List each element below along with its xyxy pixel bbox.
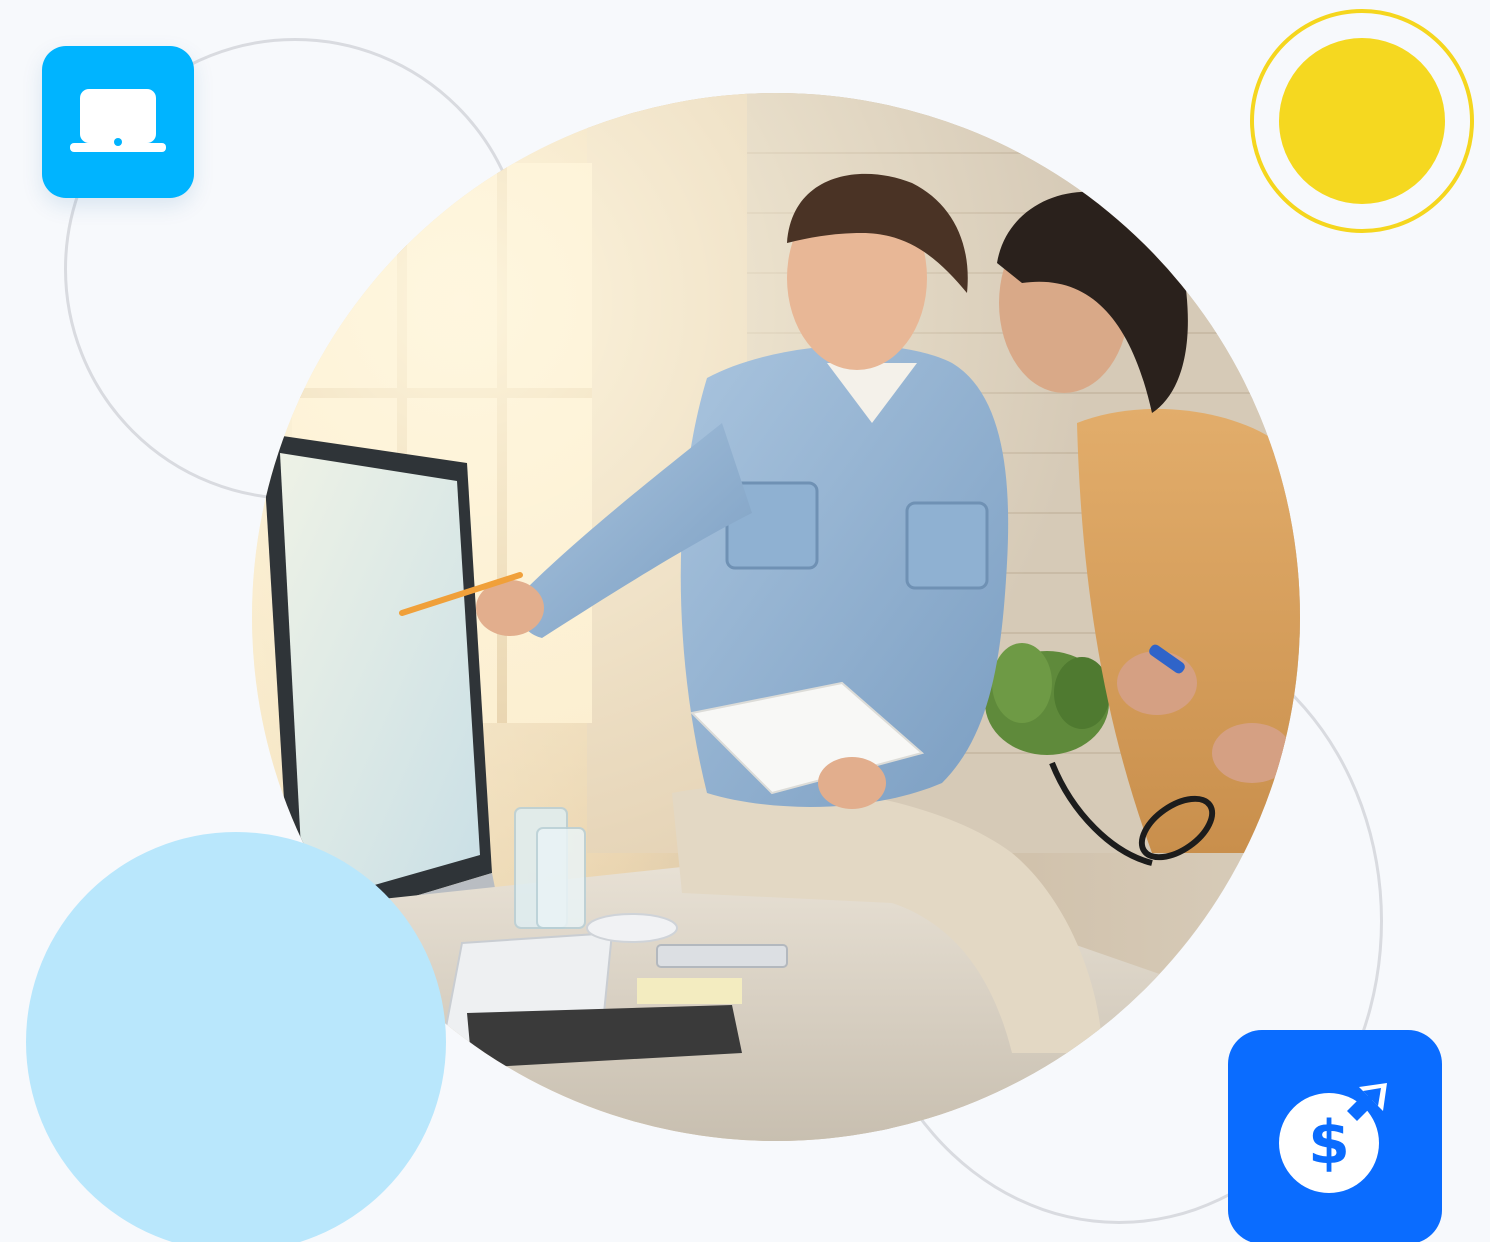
laptop-tile: [42, 46, 194, 198]
dollar-glyph: $: [1308, 1108, 1350, 1178]
money-growth-icon: $: [1279, 1083, 1387, 1193]
yellow-circle: [1279, 38, 1445, 204]
light-blue-circle: [26, 832, 446, 1242]
money-growth-tile: $: [1228, 1030, 1442, 1242]
laptop-icon: [70, 89, 166, 152]
hero-illustration: $: [0, 0, 1490, 1242]
